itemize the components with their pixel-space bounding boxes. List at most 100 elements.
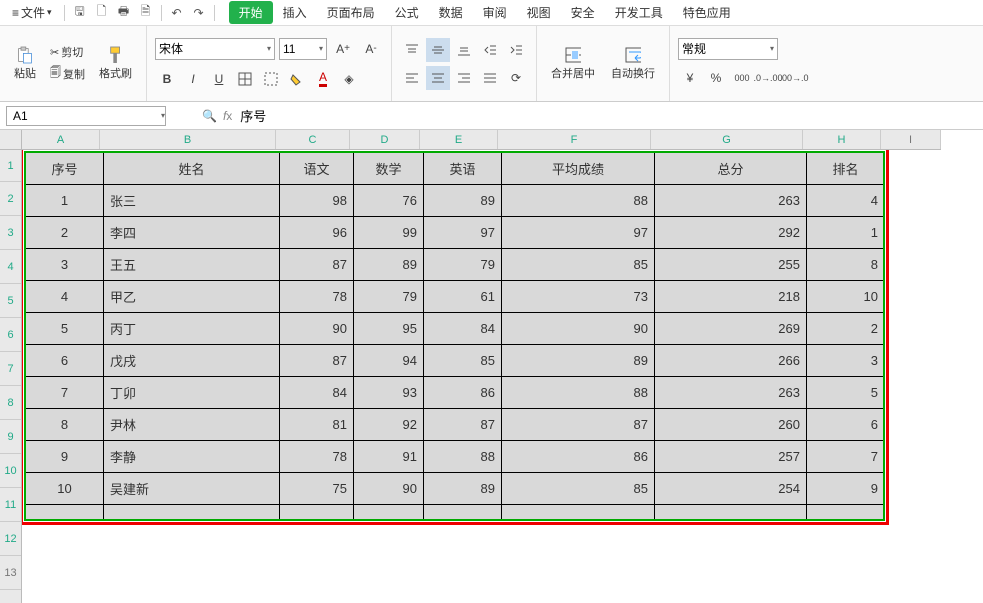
table-cell-empty[interactable]	[424, 505, 502, 521]
table-cell[interactable]: 9	[26, 441, 104, 473]
table-cell[interactable]: 3	[26, 249, 104, 281]
table-cell[interactable]: 263	[655, 377, 807, 409]
column-header-H[interactable]: H	[803, 130, 881, 149]
table-cell[interactable]: 99	[354, 217, 424, 249]
table-cell-empty[interactable]	[502, 505, 655, 521]
table-cell[interactable]: 尹林	[104, 409, 280, 441]
table-cell[interactable]: 266	[655, 345, 807, 377]
font-name-select[interactable]: ▾	[155, 38, 275, 60]
table-row[interactable]: 3王五878979852558	[26, 249, 885, 281]
copy-button[interactable]: 🗐 复制	[46, 63, 89, 84]
table-cell[interactable]: 3	[807, 345, 885, 377]
tab-home[interactable]: 开始	[229, 1, 273, 24]
data-table[interactable]: 序号姓名语文数学英语平均成绩总分排名1张三9876898826342李四9699…	[25, 152, 885, 521]
file-menu[interactable]: ≡ 文件 ▾	[6, 2, 58, 23]
table-cell[interactable]: 79	[354, 281, 424, 313]
table-cell[interactable]: 292	[655, 217, 807, 249]
table-cell[interactable]: 76	[354, 185, 424, 217]
percent-button[interactable]: %	[704, 66, 728, 90]
tab-view[interactable]: 视图	[517, 1, 561, 24]
number-format-input[interactable]	[682, 42, 768, 56]
borders-button[interactable]	[233, 67, 257, 91]
tab-special[interactable]: 特色应用	[673, 1, 741, 24]
row-header-3[interactable]: 3	[0, 216, 21, 250]
table-cell[interactable]: 79	[424, 249, 502, 281]
more-borders-button[interactable]	[259, 67, 283, 91]
formula-input[interactable]	[232, 108, 983, 123]
increase-font-button[interactable]: A+	[331, 37, 355, 61]
print-icon[interactable]: 🖶	[115, 4, 133, 22]
table-cell[interactable]: 84	[280, 377, 354, 409]
column-header-A[interactable]: A	[22, 130, 100, 149]
tab-review[interactable]: 审阅	[473, 1, 517, 24]
table-cell[interactable]: 7	[26, 377, 104, 409]
table-cell[interactable]: 88	[502, 185, 655, 217]
table-cell[interactable]: 李静	[104, 441, 280, 473]
table-cell-empty[interactable]	[354, 505, 424, 521]
table-cell[interactable]: 8	[807, 249, 885, 281]
table-cell[interactable]: 丙丁	[104, 313, 280, 345]
align-left-button[interactable]	[400, 66, 424, 90]
table-cell[interactable]: 89	[424, 185, 502, 217]
align-middle-button[interactable]	[426, 38, 450, 62]
grid-main[interactable]: 序号姓名语文数学英语平均成绩总分排名1张三9876898826342李四9699…	[22, 150, 983, 603]
table-cell[interactable]: 1	[807, 217, 885, 249]
table-cell[interactable]: 92	[354, 409, 424, 441]
table-cell[interactable]: 257	[655, 441, 807, 473]
table-cell[interactable]: 87	[424, 409, 502, 441]
table-cell[interactable]: 1	[26, 185, 104, 217]
table-header[interactable]: 总分	[655, 153, 807, 185]
table-row[interactable]: 6戊戌879485892663	[26, 345, 885, 377]
font-size-input[interactable]	[283, 42, 317, 56]
table-cell[interactable]: 6	[26, 345, 104, 377]
table-cell[interactable]: 89	[354, 249, 424, 281]
increase-indent-button[interactable]	[504, 38, 528, 62]
row-header-13[interactable]: 13	[0, 556, 21, 590]
table-cell[interactable]: 93	[354, 377, 424, 409]
fill-color-button[interactable]	[285, 67, 309, 91]
table-cell[interactable]: 10	[26, 473, 104, 505]
table-cell[interactable]: 6	[807, 409, 885, 441]
table-cell[interactable]: 75	[280, 473, 354, 505]
number-format-select[interactable]: ▾	[678, 38, 778, 60]
row-header-6[interactable]: 6	[0, 318, 21, 352]
table-row[interactable]: 4甲乙7879617321810	[26, 281, 885, 313]
row-header-12[interactable]: 12	[0, 522, 21, 556]
table-cell[interactable]: 88	[424, 441, 502, 473]
select-all-corner[interactable]	[0, 130, 22, 150]
table-cell[interactable]: 91	[354, 441, 424, 473]
merge-center-button[interactable]: 合并居中	[545, 45, 601, 83]
table-cell[interactable]: 李四	[104, 217, 280, 249]
table-cell[interactable]: 张三	[104, 185, 280, 217]
table-cell[interactable]: 97	[424, 217, 502, 249]
table-row[interactable]: 2李四969997972921	[26, 217, 885, 249]
table-header[interactable]: 英语	[424, 153, 502, 185]
table-header[interactable]: 序号	[26, 153, 104, 185]
table-header[interactable]: 语文	[280, 153, 354, 185]
table-row[interactable]: 10吴建新759089852549	[26, 473, 885, 505]
table-cell[interactable]: 9	[807, 473, 885, 505]
align-bottom-button[interactable]	[452, 38, 476, 62]
table-cell[interactable]: 丁卯	[104, 377, 280, 409]
table-cell[interactable]: 86	[424, 377, 502, 409]
row-header-2[interactable]: 2	[0, 182, 21, 216]
row-header-4[interactable]: 4	[0, 250, 21, 284]
decrease-font-button[interactable]: A-	[359, 37, 383, 61]
bold-button[interactable]: B	[155, 67, 179, 91]
table-cell[interactable]: 87	[280, 345, 354, 377]
table-cell[interactable]: 97	[502, 217, 655, 249]
table-cell[interactable]: 78	[280, 441, 354, 473]
table-cell[interactable]: 90	[502, 313, 655, 345]
table-row[interactable]: 8尹林819287872606	[26, 409, 885, 441]
name-box-input[interactable]	[7, 109, 159, 123]
table-cell[interactable]: 88	[502, 377, 655, 409]
tab-security[interactable]: 安全	[561, 1, 605, 24]
table-cell[interactable]: 85	[502, 249, 655, 281]
table-cell[interactable]: 95	[354, 313, 424, 345]
table-cell[interactable]: 78	[280, 281, 354, 313]
table-cell[interactable]: 吴建新	[104, 473, 280, 505]
table-cell[interactable]: 218	[655, 281, 807, 313]
table-cell-empty[interactable]	[807, 505, 885, 521]
name-box[interactable]: ▾	[6, 106, 166, 126]
tab-insert[interactable]: 插入	[273, 1, 317, 24]
